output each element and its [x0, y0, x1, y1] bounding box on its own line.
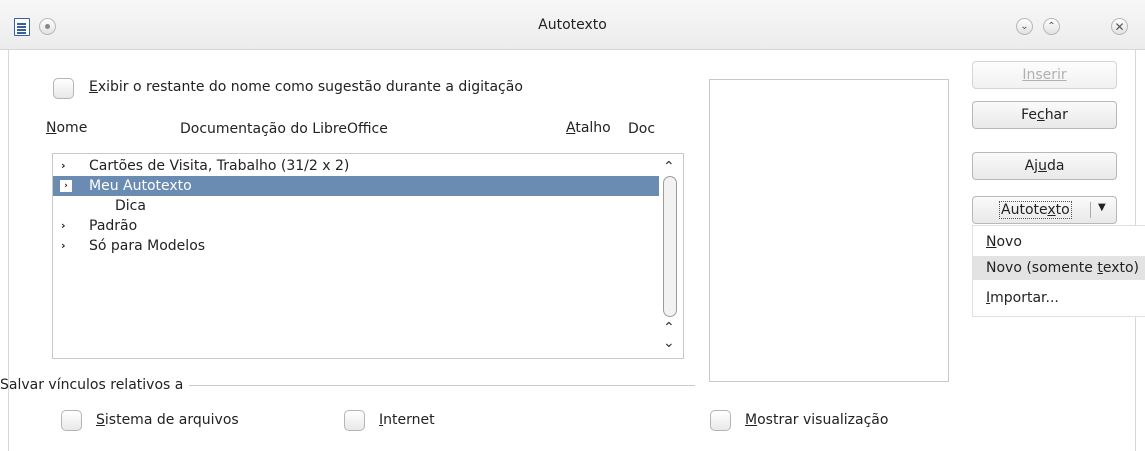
minimize-button[interactable]: ⌄ — [1016, 18, 1033, 35]
menu-new-text-only-post: exto) — [1102, 260, 1140, 276]
menu-new-mnemonic: N — [986, 234, 997, 250]
show-remainder-label: Exibir o restante do nome como sugestão … — [89, 79, 523, 95]
help-button-label: Ajuda — [1024, 158, 1065, 174]
tree-item-label: Padrão — [89, 218, 138, 234]
expand-arrow-icon[interactable]: › — [61, 236, 73, 256]
menu-import-text: mportar... — [990, 290, 1059, 306]
shortcut-mnemonic: A — [566, 120, 576, 136]
scrollbar-thumb[interactable] — [663, 176, 677, 317]
internet-label: Internet — [379, 412, 435, 428]
tree-item-label: Só para Modelos — [89, 238, 206, 254]
show-preview-checkbox[interactable] — [710, 410, 731, 431]
show-preview-label: Mostrar visualização — [745, 412, 888, 428]
tree-item-label: Meu Autotexto — [89, 178, 192, 194]
tree-item[interactable]: › Meu Autotexto — [53, 176, 659, 196]
button-divider — [1090, 202, 1091, 218]
filesystem-checkbox[interactable] — [61, 410, 82, 431]
shortcut-label: Atalho — [566, 120, 611, 136]
save-links-label: Salvar vínculos relativos a — [0, 377, 184, 393]
insert-button[interactable]: Inserir — [972, 61, 1117, 89]
show-remainder-text: xibir o restante do nome como sugestão d… — [97, 79, 523, 95]
dropdown-arrow-icon: ▼ — [1098, 202, 1106, 213]
internet-label-text: nternet — [383, 412, 435, 428]
scroll-down-arrow-icon[interactable]: ⌄ — [663, 335, 675, 351]
autotext-tree[interactable]: › Cartões de Visita, Trabalho (31/2 x 2) ›… — [52, 153, 684, 359]
autotext-menu-button[interactable]: Autotexto ▼ — [972, 196, 1117, 224]
expand-arrow-icon[interactable]: › — [60, 180, 72, 192]
expand-arrow-icon[interactable]: › — [61, 156, 73, 176]
shortcut-label-text: talho — [575, 120, 611, 136]
filesystem-mnemonic: S — [96, 412, 105, 428]
name-label: Nome — [46, 120, 87, 136]
insert-button-label: Inserir — [1022, 67, 1067, 83]
chevron-up-icon: ⌃ — [1047, 20, 1056, 32]
autotext-dropdown-menu: Novo Novo (somente texto) Importar... — [972, 225, 1145, 317]
tree-item[interactable]: Dica — [53, 196, 659, 216]
maximize-button[interactable]: ⌃ — [1043, 18, 1060, 35]
name-mnemonic: N — [46, 120, 57, 136]
help-button[interactable]: Ajuda — [972, 152, 1117, 180]
show-remainder-mnemonic: E — [89, 79, 98, 95]
close-icon: ✕ — [1114, 19, 1125, 34]
scroll-step-up-icon[interactable]: ⌃ — [663, 320, 675, 336]
menu-item-new-text-only[interactable]: Novo (somente texto) — [973, 256, 1145, 280]
window-title: Autotexto — [538, 17, 607, 33]
tree-item[interactable]: › Só para Modelos — [53, 236, 659, 256]
internet-checkbox[interactable] — [344, 410, 365, 431]
tree-item[interactable]: › Cartões de Visita, Trabalho (31/2 x 2) — [53, 156, 659, 176]
show-preview-mnemonic: M — [745, 412, 758, 428]
shortcut-field[interactable]: Doc — [622, 115, 684, 143]
title-bar: Autotexto ⌄ ⌃ ✕ — [0, 0, 1145, 50]
close-button[interactable]: Fechar — [972, 101, 1117, 129]
menu-new-text-only-pre: Novo (somente — [986, 260, 1098, 276]
group-separator — [189, 384, 695, 386]
menu-new-text: ovo — [996, 234, 1022, 250]
menu-item-import[interactable]: Importar... — [973, 286, 1145, 310]
close-window-button[interactable]: ✕ — [1111, 18, 1128, 35]
name-label-text: ome — [56, 120, 88, 136]
tree-item[interactable]: › Padrão — [53, 216, 659, 236]
chevron-down-icon: ⌄ — [1020, 20, 1029, 32]
scroll-up-arrow-icon[interactable]: ⌃ — [663, 159, 675, 175]
save-links-group-header: Salvar vínculos relativos a — [0, 375, 695, 395]
close-button-label: Fechar — [1021, 107, 1068, 123]
autotext-button-label: Autotexto — [999, 201, 1072, 219]
filesystem-label: Sistema de arquivos — [96, 412, 239, 428]
show-preview-label-text: ostrar visualização — [757, 412, 889, 428]
preview-pane — [709, 79, 949, 382]
tree-item-label: Cartões de Visita, Trabalho (31/2 x 2) — [89, 158, 350, 174]
name-field[interactable]: Documentação do LibreOffice — [174, 115, 434, 143]
show-remainder-checkbox[interactable] — [53, 78, 74, 99]
filesystem-label-text: istema de arquivos — [104, 412, 239, 428]
expand-arrow-icon[interactable]: › — [61, 216, 73, 236]
tree-item-label: Dica — [115, 198, 146, 214]
menu-item-new[interactable]: Novo — [973, 230, 1145, 254]
